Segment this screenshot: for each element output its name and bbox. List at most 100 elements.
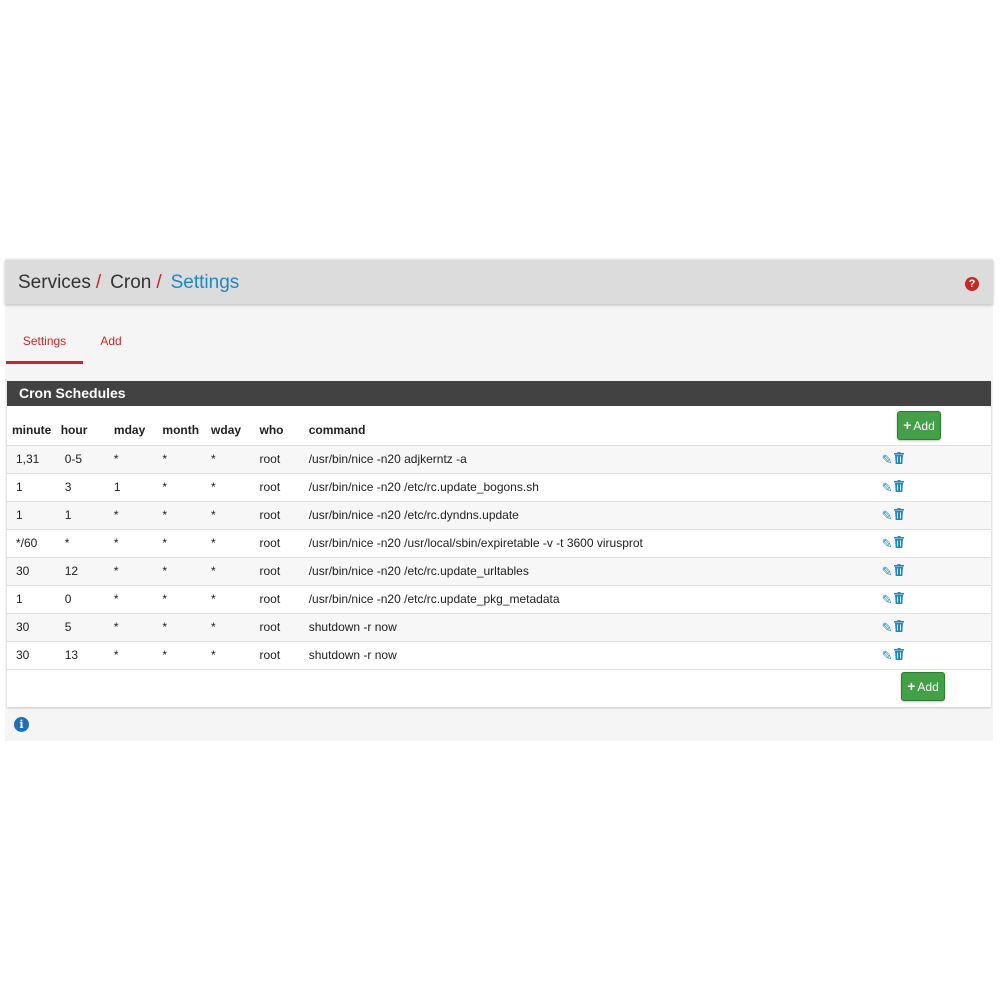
trash-icon[interactable] <box>894 535 905 551</box>
cell-mday: 1 <box>113 473 163 502</box>
cell-hour: 0-5 <box>60 445 114 474</box>
cell-month: * <box>162 501 212 530</box>
cell-month: * <box>162 613 212 642</box>
tab-settings[interactable]: Settings <box>6 328 83 364</box>
cell-command: /usr/bin/nice -n20 /etc/rc.update_bogons… <box>308 473 882 502</box>
cell-wday: * <box>211 529 260 558</box>
pencil-icon[interactable]: ✎ <box>882 508 893 523</box>
row-actions: ✎ <box>881 445 991 474</box>
row-actions: ✎ <box>881 585 991 614</box>
breadcrumb-separator: / <box>156 272 162 293</box>
table-row: 1 0 * * * root/usr/bin/nice -n20 /etc/rc.upda… <box>7 585 991 614</box>
pencil-icon[interactable]: ✎ <box>882 592 893 607</box>
cell-wday: * <box>211 501 260 530</box>
cell-wday: * <box>211 641 260 670</box>
column-header-wday: wday <box>211 406 260 446</box>
column-header-month: month <box>162 406 212 446</box>
cell-hour: 5 <box>60 613 114 642</box>
cell-who: root <box>259 641 309 670</box>
cell-month: * <box>162 557 212 586</box>
table-row: 1 1 * * * root/usr/bin/nice -n20 /etc/rc.dynd… <box>7 501 991 530</box>
info-circle-icon[interactable]: i <box>14 717 29 732</box>
cell-command: shutdown -r now <box>308 641 882 670</box>
cell-hour: * <box>60 529 114 558</box>
cell-mday: * <box>113 529 163 558</box>
cell-wday: * <box>211 585 260 614</box>
cell-minute: 1 <box>7 501 61 530</box>
cell-month: * <box>162 641 212 670</box>
column-header-minute: minute <box>7 406 61 446</box>
tab-add[interactable]: Add <box>93 328 129 361</box>
breadcrumb-cron[interactable]: Cron <box>110 272 151 293</box>
pencil-icon[interactable]: ✎ <box>882 564 893 579</box>
column-header-mday: mday <box>113 406 163 446</box>
table-row: 1,31 0-5 * * * root/usr/bin/nice -n20 adjkern… <box>7 445 991 474</box>
table-row: 1 3 1 * * root/usr/bin/nice -n20 /etc/rc.upda… <box>7 473 991 502</box>
trash-icon[interactable] <box>894 647 905 663</box>
cron-schedules-panel: Cron Schedules minute hour mday month wd… <box>7 381 991 707</box>
cell-hour: 12 <box>60 557 114 586</box>
cell-mday: * <box>113 641 163 670</box>
cell-hour: 1 <box>60 501 114 530</box>
column-header-command: command <box>308 406 882 446</box>
table-row: 30 5 * * * root shutdown -r now ✎ <box>7 613 991 642</box>
pencil-icon[interactable]: ✎ <box>882 480 893 495</box>
cell-who: root <box>259 557 309 586</box>
cell-month: * <box>162 585 212 614</box>
page-header: Services / Cron / Settings ? <box>5 260 993 304</box>
trash-icon[interactable] <box>894 563 905 579</box>
cell-month: * <box>162 473 212 502</box>
breadcrumb-services[interactable]: Services <box>18 272 91 293</box>
cell-minute: 1 <box>7 585 61 614</box>
cell-minute: 1,31 <box>7 445 61 474</box>
cell-wday: * <box>211 557 260 586</box>
table-row: */60 * * * * root/usr/bin/nice -n20 /usr/loca… <box>7 529 991 558</box>
table-row: 30 12 * * * root/usr/bin/nice -n20 /etc/rc.up… <box>7 557 991 586</box>
cell-minute: 30 <box>7 557 61 586</box>
pencil-icon[interactable]: ✎ <box>882 620 893 635</box>
cell-mday: * <box>113 613 163 642</box>
row-actions: ✎ <box>881 473 991 502</box>
cell-hour: 3 <box>60 473 114 502</box>
pencil-icon[interactable]: ✎ <box>882 452 893 467</box>
cell-hour: 0 <box>60 585 114 614</box>
add-button-label: Add <box>913 419 935 433</box>
cell-mday: * <box>113 501 163 530</box>
tab-bar: Settings Add <box>5 328 993 364</box>
cell-wday: * <box>211 473 260 502</box>
cell-who: root <box>259 445 309 474</box>
cell-minute: 30 <box>7 641 61 670</box>
cell-command: /usr/bin/nice -n20 /etc/rc.dyndns.update <box>308 501 882 530</box>
cell-minute: */60 <box>7 529 61 558</box>
add-cron-button-top[interactable]: + Add <box>897 411 941 440</box>
panel-title: Cron Schedules <box>7 381 991 406</box>
trash-icon[interactable] <box>894 591 905 607</box>
cell-command: /usr/bin/nice -n20 /etc/rc.update_urltab… <box>308 557 882 586</box>
cell-hour: 13 <box>60 641 114 670</box>
cell-minute: 1 <box>7 473 61 502</box>
cell-who: root <box>259 613 309 642</box>
cell-command: /usr/bin/nice -n20 /usr/local/sbin/expir… <box>308 529 882 558</box>
pencil-icon[interactable]: ✎ <box>882 648 893 663</box>
pencil-icon[interactable]: ✎ <box>882 536 893 551</box>
question-circle-icon[interactable]: ? <box>965 277 979 291</box>
cron-table: minute hour mday month wday who command … <box>7 406 991 670</box>
cell-mday: * <box>113 585 163 614</box>
breadcrumb-settings[interactable]: Settings <box>171 272 240 293</box>
column-header-hour: hour <box>60 406 114 446</box>
trash-icon[interactable] <box>894 619 905 635</box>
cell-month: * <box>162 529 212 558</box>
cell-who: root <box>259 529 309 558</box>
cell-wday: * <box>211 445 260 474</box>
plus-icon: + <box>907 678 916 694</box>
row-actions: ✎ <box>881 557 991 586</box>
row-actions: ✎ <box>881 529 991 558</box>
add-cron-button-bottom[interactable]: + Add <box>901 672 945 701</box>
cell-minute: 30 <box>7 613 61 642</box>
trash-icon[interactable] <box>894 507 905 523</box>
column-header-who: who <box>259 406 309 446</box>
breadcrumb: Services / Cron / Settings <box>18 272 239 294</box>
trash-icon[interactable] <box>894 479 905 495</box>
row-actions: ✎ <box>881 613 991 642</box>
trash-icon[interactable] <box>894 451 905 467</box>
